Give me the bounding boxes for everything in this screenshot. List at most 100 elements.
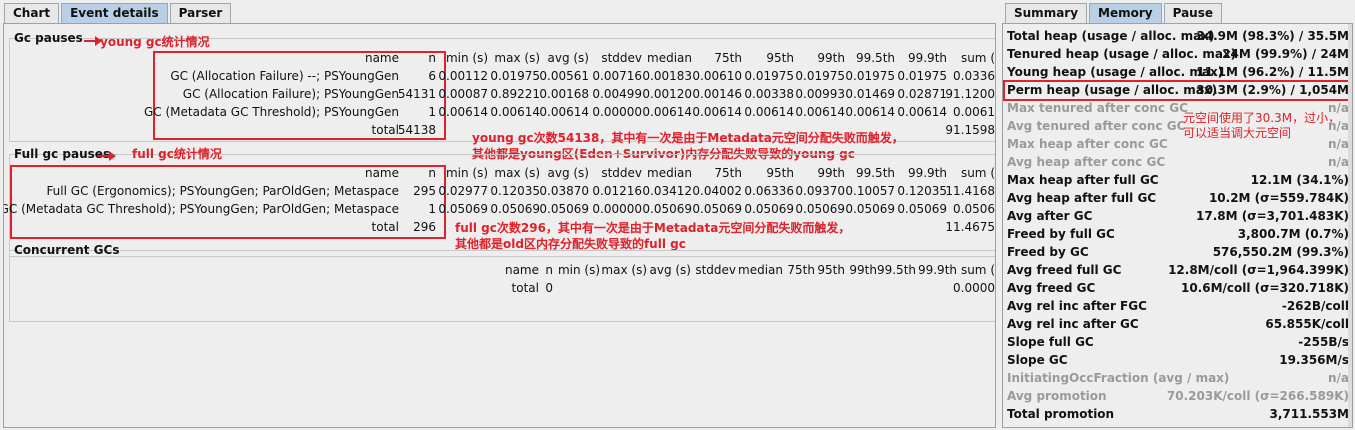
- table-cell-avg: 0.00168: [539, 87, 589, 101]
- tab-pause[interactable]: Pause: [1163, 3, 1223, 23]
- total-count: 0: [545, 281, 553, 295]
- column-header-avg: avg (s): [547, 166, 589, 180]
- memory-row: Avg after GC 17.8M (σ=3,701.483K): [1007, 207, 1349, 225]
- full-gc-arrow: [98, 151, 116, 161]
- column-header-stddev: stddev: [601, 166, 642, 180]
- memory-row: Slope GC 19.356M/s: [1007, 351, 1349, 369]
- memory-row: Max heap after conc GC n/a: [1007, 135, 1349, 153]
- column-header-n: n: [428, 166, 436, 180]
- full-gc-label: full gc统计情况: [132, 147, 222, 161]
- young-gc-note-line1: young gc次数54138，其中有一次是由于Metadata元空间分配失败而…: [472, 131, 904, 145]
- table-cell-name: GC (Metadata GC Threshold); PSYoungGen: [143, 105, 399, 119]
- column-header-median: median: [738, 263, 783, 277]
- perm-note-line2: 可以适当调大元空间: [1183, 126, 1292, 140]
- memory-row: Young heap (usage / alloc. max) 11.1M (96…: [1007, 63, 1349, 81]
- memory-row: Total promotion 3,711.553M: [1007, 405, 1349, 423]
- table-cell-median: 0.00120: [642, 87, 692, 101]
- table-cell-p75: 0.00610: [692, 69, 742, 83]
- table-cell-p75: 0.04002: [692, 184, 742, 198]
- memory-row-label: Tenured heap (usage / alloc. max): [1007, 47, 1237, 61]
- event-details-panel: Gc pauses young gc统计情况 young gc次数54138，其…: [3, 23, 996, 428]
- memory-row: Avg freed full GC 12.8M/coll (σ=1,964.399…: [1007, 261, 1349, 279]
- full-gc-pauses-title: Full gc pauses: [14, 147, 111, 161]
- total-label: total: [371, 123, 399, 137]
- table-cell-stddev: 0.00716: [592, 69, 642, 83]
- tab-chart[interactable]: Chart: [4, 3, 60, 23]
- table-cell-p75: 0.00614: [692, 105, 742, 119]
- table-cell-min: 0.02977: [438, 184, 488, 198]
- table-cell-sum: 0.0506: [953, 202, 995, 216]
- memory-scrollbar[interactable]: [1348, 24, 1352, 427]
- column-header-name: name: [504, 263, 539, 277]
- memory-row-label: Avg promotion: [1007, 389, 1107, 403]
- table-cell-stddev: 0.00000: [592, 105, 642, 119]
- table-cell-avg: 0.05069: [539, 202, 589, 216]
- table-cell-p999: 0.12035: [897, 184, 947, 198]
- table-cell-p99: 0.00993: [795, 87, 845, 101]
- memory-row-value: 3,711.553M: [1269, 407, 1349, 421]
- memory-row-value: 65.855K/coll: [1265, 317, 1349, 331]
- memory-row-label: Slope GC: [1007, 353, 1068, 367]
- column-header-min: min (s): [445, 51, 488, 65]
- memory-row-value: 34.9M (98.3%) / 35.5M: [1196, 29, 1349, 43]
- column-header-avg: avg (s): [547, 51, 589, 65]
- memory-row-value: 12.1M (34.1%): [1250, 173, 1349, 187]
- table-cell-n: 295: [413, 184, 436, 198]
- memory-row: Avg heap after conc GC n/a: [1007, 153, 1349, 171]
- column-header-median: median: [647, 51, 692, 65]
- tab-memory[interactable]: Memory: [1089, 3, 1162, 23]
- column-header-sum: sum (: [960, 166, 995, 180]
- column-header-median: median: [647, 166, 692, 180]
- table-cell-p99: 0.01975: [795, 69, 845, 83]
- memory-row-value: 24M (99.9%) / 24M: [1222, 47, 1349, 61]
- memory-row: Avg rel inc after GC 65.855K/coll: [1007, 315, 1349, 333]
- table-cell-p999: 0.00614: [897, 105, 947, 119]
- table-cell-n: 6: [428, 69, 436, 83]
- young-gc-arrow: [84, 36, 102, 46]
- tab-summary[interactable]: Summary: [1005, 3, 1088, 23]
- memory-row: Freed by GC 576,550.2M (99.3%): [1007, 243, 1349, 261]
- table-cell-name: Full GC (Ergonomics); PSYoungGen; ParOld…: [46, 184, 399, 198]
- table-cell-p999: 0.01975: [897, 69, 947, 83]
- column-header-p999: 99.9th: [907, 51, 947, 65]
- column-header-sum: sum (: [960, 263, 995, 277]
- table-cell-name: Full GC (Metadata GC Threshold); PSYoung…: [3, 202, 399, 216]
- column-header-sum: sum (: [960, 51, 995, 65]
- memory-row: Avg promotion 70.203K/coll (σ=266.589K): [1007, 387, 1349, 405]
- total-label: total: [371, 220, 399, 234]
- column-header-p995: 99.5th: [876, 263, 916, 277]
- tab-event-details[interactable]: Event details: [61, 3, 168, 23]
- memory-row: Total heap (usage / alloc. max) 34.9M (98…: [1007, 27, 1349, 45]
- memory-row-label: Freed by GC: [1007, 245, 1089, 259]
- memory-row: Freed by full GC 3,800.7M (0.7%): [1007, 225, 1349, 243]
- memory-row-label: Freed by full GC: [1007, 227, 1115, 241]
- column-header-p99: 99th: [849, 263, 877, 277]
- column-header-max: max (s): [494, 166, 540, 180]
- memory-row-label: Total promotion: [1007, 407, 1115, 421]
- column-header-name: name: [364, 51, 399, 65]
- table-cell-sum: 0.0061: [953, 105, 995, 119]
- tab-parser[interactable]: Parser: [169, 3, 232, 23]
- memory-row: Max heap after full GC 12.1M (34.1%): [1007, 171, 1349, 189]
- memory-row-value: 19.356M/s: [1279, 353, 1349, 367]
- memory-row-label: Max tenured after conc GC: [1007, 101, 1188, 115]
- column-header-p999: 99.9th: [917, 263, 957, 277]
- memory-row-value: 17.8M (σ=3,701.483K): [1196, 209, 1349, 223]
- table-cell-p75: 0.00146: [692, 87, 742, 101]
- left-tab-bar: Chart Event details Parser: [4, 3, 233, 23]
- memory-row-value: 11.1M (96.2%) / 11.5M: [1196, 65, 1349, 79]
- column-header-min: min (s): [557, 263, 600, 277]
- memory-row-label: Avg after GC: [1007, 209, 1093, 223]
- table-cell-avg: 0.00614: [539, 105, 589, 119]
- table-cell-p99: 0.00614: [795, 105, 845, 119]
- column-header-p95: 95th: [766, 51, 794, 65]
- total-count: 54138: [397, 123, 436, 137]
- table-cell-sum: 11.4168: [945, 184, 995, 198]
- table-cell-max: 0.00614: [490, 105, 540, 119]
- table-cell-p95: 0.00338: [744, 87, 794, 101]
- table-cell-p995: 0.10057: [845, 184, 895, 198]
- memory-row: Tenured heap (usage / alloc. max) 24M (99…: [1007, 45, 1349, 63]
- table-cell-max: 0.05069: [490, 202, 540, 216]
- memory-row-label: Avg rel inc after FGC: [1007, 299, 1147, 313]
- column-header-max: max (s): [601, 263, 647, 277]
